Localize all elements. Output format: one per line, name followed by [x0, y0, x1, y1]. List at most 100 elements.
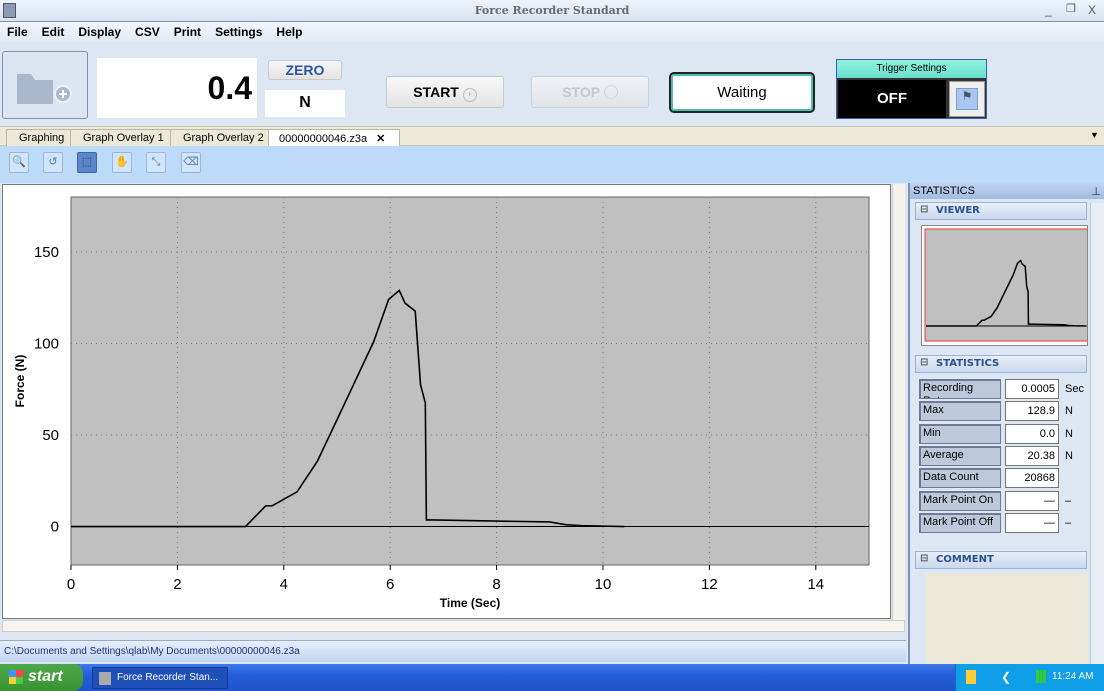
x-tick-label: 8 — [492, 576, 500, 593]
tab-close-icon[interactable]: ✕ — [376, 133, 385, 145]
graph-vertical-scrollbar[interactable] — [892, 184, 905, 620]
stop-button[interactable]: STOP — [531, 76, 649, 108]
x-tick-label: 6 — [386, 576, 394, 593]
x-tick-label: 12 — [701, 576, 718, 593]
window-title: Force Recorder Standard — [474, 4, 630, 17]
x-tick-label: 2 — [173, 576, 181, 593]
menu-edit[interactable]: Edit — [35, 22, 72, 39]
y-tick-label: 50 — [42, 427, 59, 444]
y-tick-label: 0 — [51, 519, 59, 536]
minimize-button[interactable]: _ — [1045, 3, 1052, 17]
stat-value: 128.9 — [1005, 401, 1059, 422]
taskbar-app-label: Force Recorder Stan... — [117, 672, 219, 683]
windows-logo-icon — [9, 670, 23, 684]
trigger-state-toggle[interactable]: OFF — [838, 80, 946, 118]
stop-label: STOP — [562, 84, 600, 100]
y-tick-label: 100 — [34, 335, 59, 352]
panel-title-text: STATISTICS — [913, 185, 975, 197]
stat-label: Min — [919, 423, 1001, 444]
viewer-thumbnail[interactable] — [921, 225, 1088, 346]
x-tick-label: 10 — [595, 576, 612, 593]
stat-label: Recording Rate — [919, 379, 1001, 399]
start-label: START — [413, 84, 459, 100]
stat-unit: N — [1065, 427, 1073, 440]
app-icon — [99, 672, 111, 685]
signal-icon[interactable] — [1036, 670, 1046, 683]
statistics-panel: STATISTICS ⊥ VIEWER STATISTICS Recording … — [908, 183, 1104, 664]
menu-help[interactable]: Help — [269, 22, 309, 39]
unit-display[interactable]: N — [265, 90, 345, 117]
trigger-title: Trigger Settings — [837, 60, 986, 78]
menu-csv[interactable]: CSV — [128, 22, 167, 39]
menu-file[interactable]: File — [0, 22, 35, 39]
flag-icon: ⚑ — [956, 88, 978, 110]
pin-icon[interactable]: ⊥ — [1091, 185, 1101, 198]
stat-value: — — [1005, 512, 1059, 533]
y-axis-label: Force (N) — [13, 355, 27, 408]
viewer-mini-chart — [924, 228, 1087, 342]
comment-section-header[interactable]: COMMENT — [915, 551, 1087, 569]
tab-graphing[interactable]: Graphing — [6, 129, 74, 147]
x-axis-label: Time (Sec) — [440, 596, 500, 610]
select-region-icon[interactable]: ⬚ — [77, 152, 97, 173]
stat-value: 20868 — [1005, 468, 1059, 489]
system-tray: ❮ 11:24 AM — [955, 664, 1104, 691]
statistics-section-header[interactable]: STATISTICS — [915, 355, 1087, 373]
graph-panel: 0 2 4 6 8 10 12 14 0 50 100 150 Time (Sec) Force (N) — [2, 184, 891, 619]
stat-label: Data Count — [919, 468, 1001, 489]
graph-horizontal-scrollbar[interactable] — [2, 620, 905, 632]
menu-settings[interactable]: Settings — [208, 22, 269, 39]
stat-label: Max — [919, 401, 1001, 422]
panel-scrollbar[interactable] — [1090, 203, 1104, 664]
y-tick-label: 150 — [34, 244, 59, 261]
taskbar: start Force Recorder Stan... ❮ 11:24 AM — [0, 664, 1104, 691]
start-label: start — [28, 668, 63, 685]
comment-field[interactable] — [926, 573, 1088, 664]
stat-value: 0.0005 — [1005, 379, 1059, 399]
menu-print[interactable]: Print — [167, 22, 208, 39]
stat-value: — — [1005, 490, 1059, 511]
menu-display[interactable]: Display — [71, 22, 128, 39]
stat-unit: – — [1065, 516, 1072, 529]
restore-button[interactable]: ❐ — [1066, 2, 1076, 15]
tab-file[interactable]: 00000000046.z3a ✕ — [268, 129, 400, 147]
folder-add-icon — [17, 74, 72, 104]
plot-area — [70, 196, 870, 566]
stop-circle-icon — [603, 85, 618, 99]
tab-list-dropdown-icon[interactable]: ▼ — [1090, 130, 1099, 140]
stat-label: Mark Point Off — [919, 512, 1001, 533]
clock: 11:24 AM — [1052, 671, 1094, 682]
undo-icon[interactable]: ↺ — [43, 152, 63, 173]
taskbar-app-button[interactable]: Force Recorder Stan... — [92, 667, 228, 689]
stat-label: Mark Point On — [919, 490, 1001, 511]
tab-bar: Graphing Graph Overlay 1 Graph Overlay 2… — [0, 126, 1104, 147]
stat-unit: N — [1065, 449, 1073, 462]
help-tray-icon[interactable] — [966, 670, 976, 684]
tab-graph-overlay-1[interactable]: Graph Overlay 1 — [70, 129, 174, 147]
title-bar: Force Recorder Standard _ ❐ X — [0, 0, 1104, 22]
viewer-section-header[interactable]: VIEWER — [915, 202, 1087, 220]
pan-hand-icon[interactable]: ✋ — [112, 152, 132, 173]
force-reading-display: 0.4 — [97, 58, 257, 118]
clear-icon[interactable]: ⌫ — [181, 152, 201, 173]
zero-button[interactable]: ZERO — [268, 60, 342, 80]
force-chart[interactable]: 0 2 4 6 8 10 12 14 0 50 100 150 Time (Sec) Force (N) — [3, 185, 892, 620]
stat-value: 0.0 — [1005, 423, 1059, 444]
start-button[interactable]: start — [0, 664, 83, 691]
tab-graph-overlay-2[interactable]: Graph Overlay 2 — [170, 129, 270, 147]
open-file-button[interactable] — [2, 51, 88, 119]
stat-unit: N — [1065, 405, 1073, 418]
status-indicator: Waiting — [669, 72, 815, 113]
stat-unit: Sec — [1065, 383, 1084, 395]
auto-scale-icon[interactable]: ⤡ — [146, 152, 166, 173]
trigger-settings-button[interactable]: ⚑ — [949, 81, 985, 117]
start-button[interactable]: START › — [386, 76, 504, 108]
close-button[interactable]: X — [1088, 3, 1096, 17]
trigger-settings-panel: Trigger Settings OFF ⚑ — [836, 59, 987, 119]
zoom-100-icon[interactable]: 🔍 — [9, 152, 29, 173]
stat-value: 20.38 — [1005, 445, 1059, 466]
expand-tray-icon[interactable]: ❮ — [1001, 670, 1011, 684]
status-bar: C:\Documents and Settings\qlab\My Docume… — [0, 640, 906, 662]
play-icon: › — [462, 88, 477, 102]
x-tick-label: 4 — [280, 576, 288, 593]
